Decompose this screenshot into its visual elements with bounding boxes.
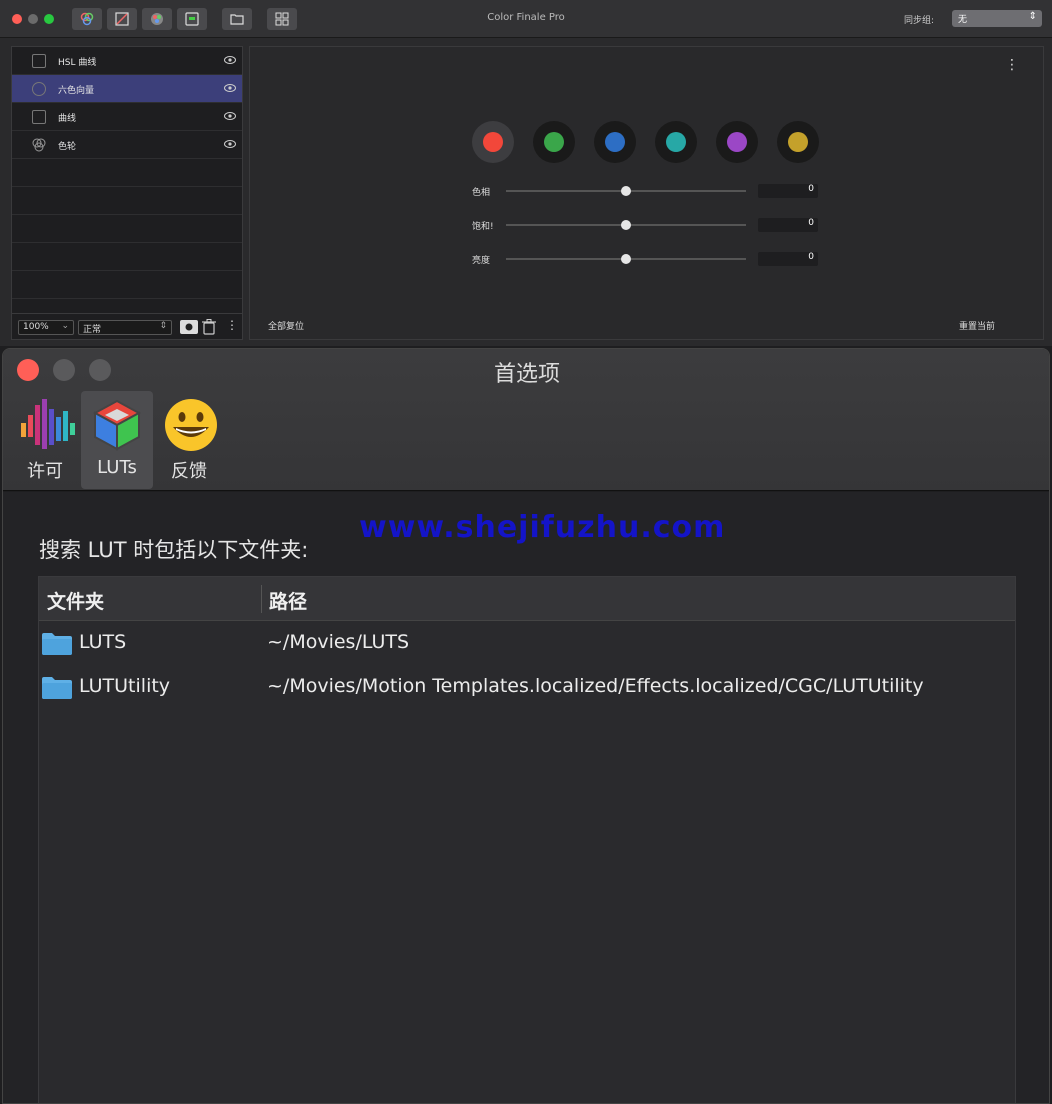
tab-license[interactable]: 许可 — [9, 391, 81, 489]
sync-group-value: 无 — [958, 15, 968, 25]
swatch-magenta[interactable] — [716, 121, 758, 163]
layer-name: 曲线 — [58, 114, 77, 124]
zoom-select[interactable]: 100% ⌄ — [18, 320, 74, 335]
folder-path: ~/Movies/LUTS — [267, 631, 410, 653]
hue-value-field[interactable]: 0 — [758, 184, 818, 198]
table-header: 文件夹 路径 — [39, 577, 1015, 621]
preferences-window: 首选项 许可 LUTs 反馈 www.shejifuzhu.com 搜索 LUT… — [2, 348, 1050, 1104]
curve-box-icon — [32, 110, 46, 124]
hue-slider[interactable] — [506, 186, 746, 196]
window-title: Color Finale Pro — [487, 12, 565, 23]
color-finale-window: Color Finale Pro 同步组: 无 ⇕ HSL 曲线 六色向量 曲线… — [0, 0, 1052, 346]
saturation-slider[interactable] — [506, 220, 746, 230]
swatch-dot — [544, 132, 564, 152]
eye-icon[interactable] — [224, 139, 236, 149]
more-options-icon[interactable]: ⋮ — [226, 318, 238, 332]
swatch-dot — [483, 132, 503, 152]
tab-feedback[interactable]: 反馈 — [153, 391, 225, 489]
smiley-icon — [165, 399, 217, 451]
empty-row — [12, 243, 242, 271]
lut-folders-heading: 搜索 LUT 时包括以下文件夹: — [39, 538, 309, 562]
updown-arrow-icon: ⇕ — [159, 321, 167, 331]
luts-preferences-pane: www.shejifuzhu.com 搜索 LUT 时包括以下文件夹: 文件夹 … — [3, 492, 1049, 1103]
camera-icon[interactable] — [180, 320, 198, 334]
saturation-value-field[interactable]: 0 — [758, 218, 818, 232]
color-wheel-icon — [32, 138, 46, 152]
column-divider[interactable] — [261, 585, 262, 613]
sync-group-select[interactable]: 无 ⇕ — [952, 10, 1042, 27]
more-options-icon[interactable]: ⋮ — [1005, 57, 1019, 73]
curve-box-icon — [32, 54, 46, 68]
license-bars-icon — [21, 399, 75, 449]
brightness-slider[interactable] — [506, 254, 746, 264]
brightness-label: 亮度 — [472, 256, 491, 266]
eye-icon[interactable] — [224, 55, 236, 65]
layer-item-curves[interactable]: 曲线 — [12, 103, 242, 131]
blend-mode-select[interactable]: 正常 ⇕ — [78, 320, 172, 335]
slider-knob[interactable] — [621, 254, 631, 264]
swatch-dot — [727, 132, 747, 152]
tab-label: LUTs — [97, 457, 137, 478]
preferences-title: 首选项 — [493, 362, 560, 387]
swatch-dot — [788, 132, 808, 152]
saturation-label: 饱和! — [472, 222, 494, 232]
table-row[interactable]: LUTS ~/Movies/LUTS — [39, 621, 1015, 665]
eye-icon[interactable] — [224, 111, 236, 121]
column-header-folder[interactable]: 文件夹 — [47, 587, 104, 614]
layer-item-hsl-curves[interactable]: HSL 曲线 — [12, 47, 242, 75]
folder-name: LUTUtility — [79, 675, 171, 697]
folder-path: ~/Movies/Motion Templates.localized/Effe… — [267, 675, 924, 697]
layer-name: 六色向量 — [58, 86, 95, 96]
slider-knob[interactable] — [621, 186, 631, 196]
folder-icon — [42, 677, 72, 699]
vector-circle-icon — [32, 82, 46, 96]
chevron-down-icon: ⌄ — [61, 321, 69, 331]
watermark-text: www.shejifuzhu.com — [359, 510, 726, 545]
eye-icon[interactable] — [224, 83, 236, 93]
folder-name: LUTS — [79, 631, 127, 653]
slider-knob[interactable] — [621, 220, 631, 230]
brightness-value-field[interactable]: 0 — [758, 252, 818, 266]
six-vector-adjust-panel: ⋮ 色相 0 饱和! 0 亮度 0 全部复位 重置当前 — [249, 46, 1044, 340]
reset-current-button[interactable]: 重置当前 — [959, 319, 995, 332]
cf-titlebar: Color Finale Pro 同步组: 无 ⇕ — [0, 0, 1052, 38]
tab-label: 反馈 — [171, 461, 207, 482]
swatch-dot — [605, 132, 625, 152]
preferences-toolbar: 首选项 许可 LUTs 反馈 — [3, 349, 1049, 491]
updown-arrow-icon: ⇕ — [1028, 11, 1037, 22]
swatch-cyan[interactable] — [655, 121, 697, 163]
empty-row — [12, 271, 242, 299]
swatch-blue[interactable] — [594, 121, 636, 163]
tab-luts[interactable]: LUTs — [81, 391, 153, 489]
layer-name: 色轮 — [58, 142, 77, 152]
lut-cube-icon — [92, 399, 142, 451]
lut-folders-table: 文件夹 路径 LUTS ~/Movies/LUTS LUTUtility ~/M… — [38, 576, 1016, 1103]
swatch-dot — [666, 132, 686, 152]
empty-row — [12, 187, 242, 215]
reset-all-button[interactable]: 全部复位 — [268, 319, 304, 332]
layer-item-color-wheel[interactable]: 色轮 — [12, 131, 242, 159]
table-row[interactable]: LUTUtility ~/Movies/Motion Templates.loc… — [39, 665, 1015, 709]
tab-label: 许可 — [27, 461, 63, 482]
layer-item-six-vector[interactable]: 六色向量 — [12, 75, 242, 103]
swatch-green[interactable] — [533, 121, 575, 163]
column-header-path[interactable]: 路径 — [269, 587, 307, 614]
trash-icon[interactable] — [202, 319, 216, 335]
zoom-value: 100% — [23, 322, 49, 332]
swatch-yellow[interactable] — [777, 121, 819, 163]
folder-icon — [42, 633, 72, 655]
empty-row — [12, 159, 242, 187]
blend-mode-value: 正常 — [83, 325, 102, 335]
layer-list-panel: HSL 曲线 六色向量 曲线 色轮 100% ⌄ 正常 ⇕ ⋮ — [11, 46, 243, 340]
layer-panel-footer: 100% ⌄ 正常 ⇕ ⋮ — [12, 313, 242, 340]
swatch-red[interactable] — [472, 121, 514, 163]
hue-label: 色相 — [472, 188, 491, 198]
sync-group-label: 同步组: — [904, 16, 935, 26]
layer-name: HSL 曲线 — [58, 58, 97, 68]
empty-row — [12, 215, 242, 243]
